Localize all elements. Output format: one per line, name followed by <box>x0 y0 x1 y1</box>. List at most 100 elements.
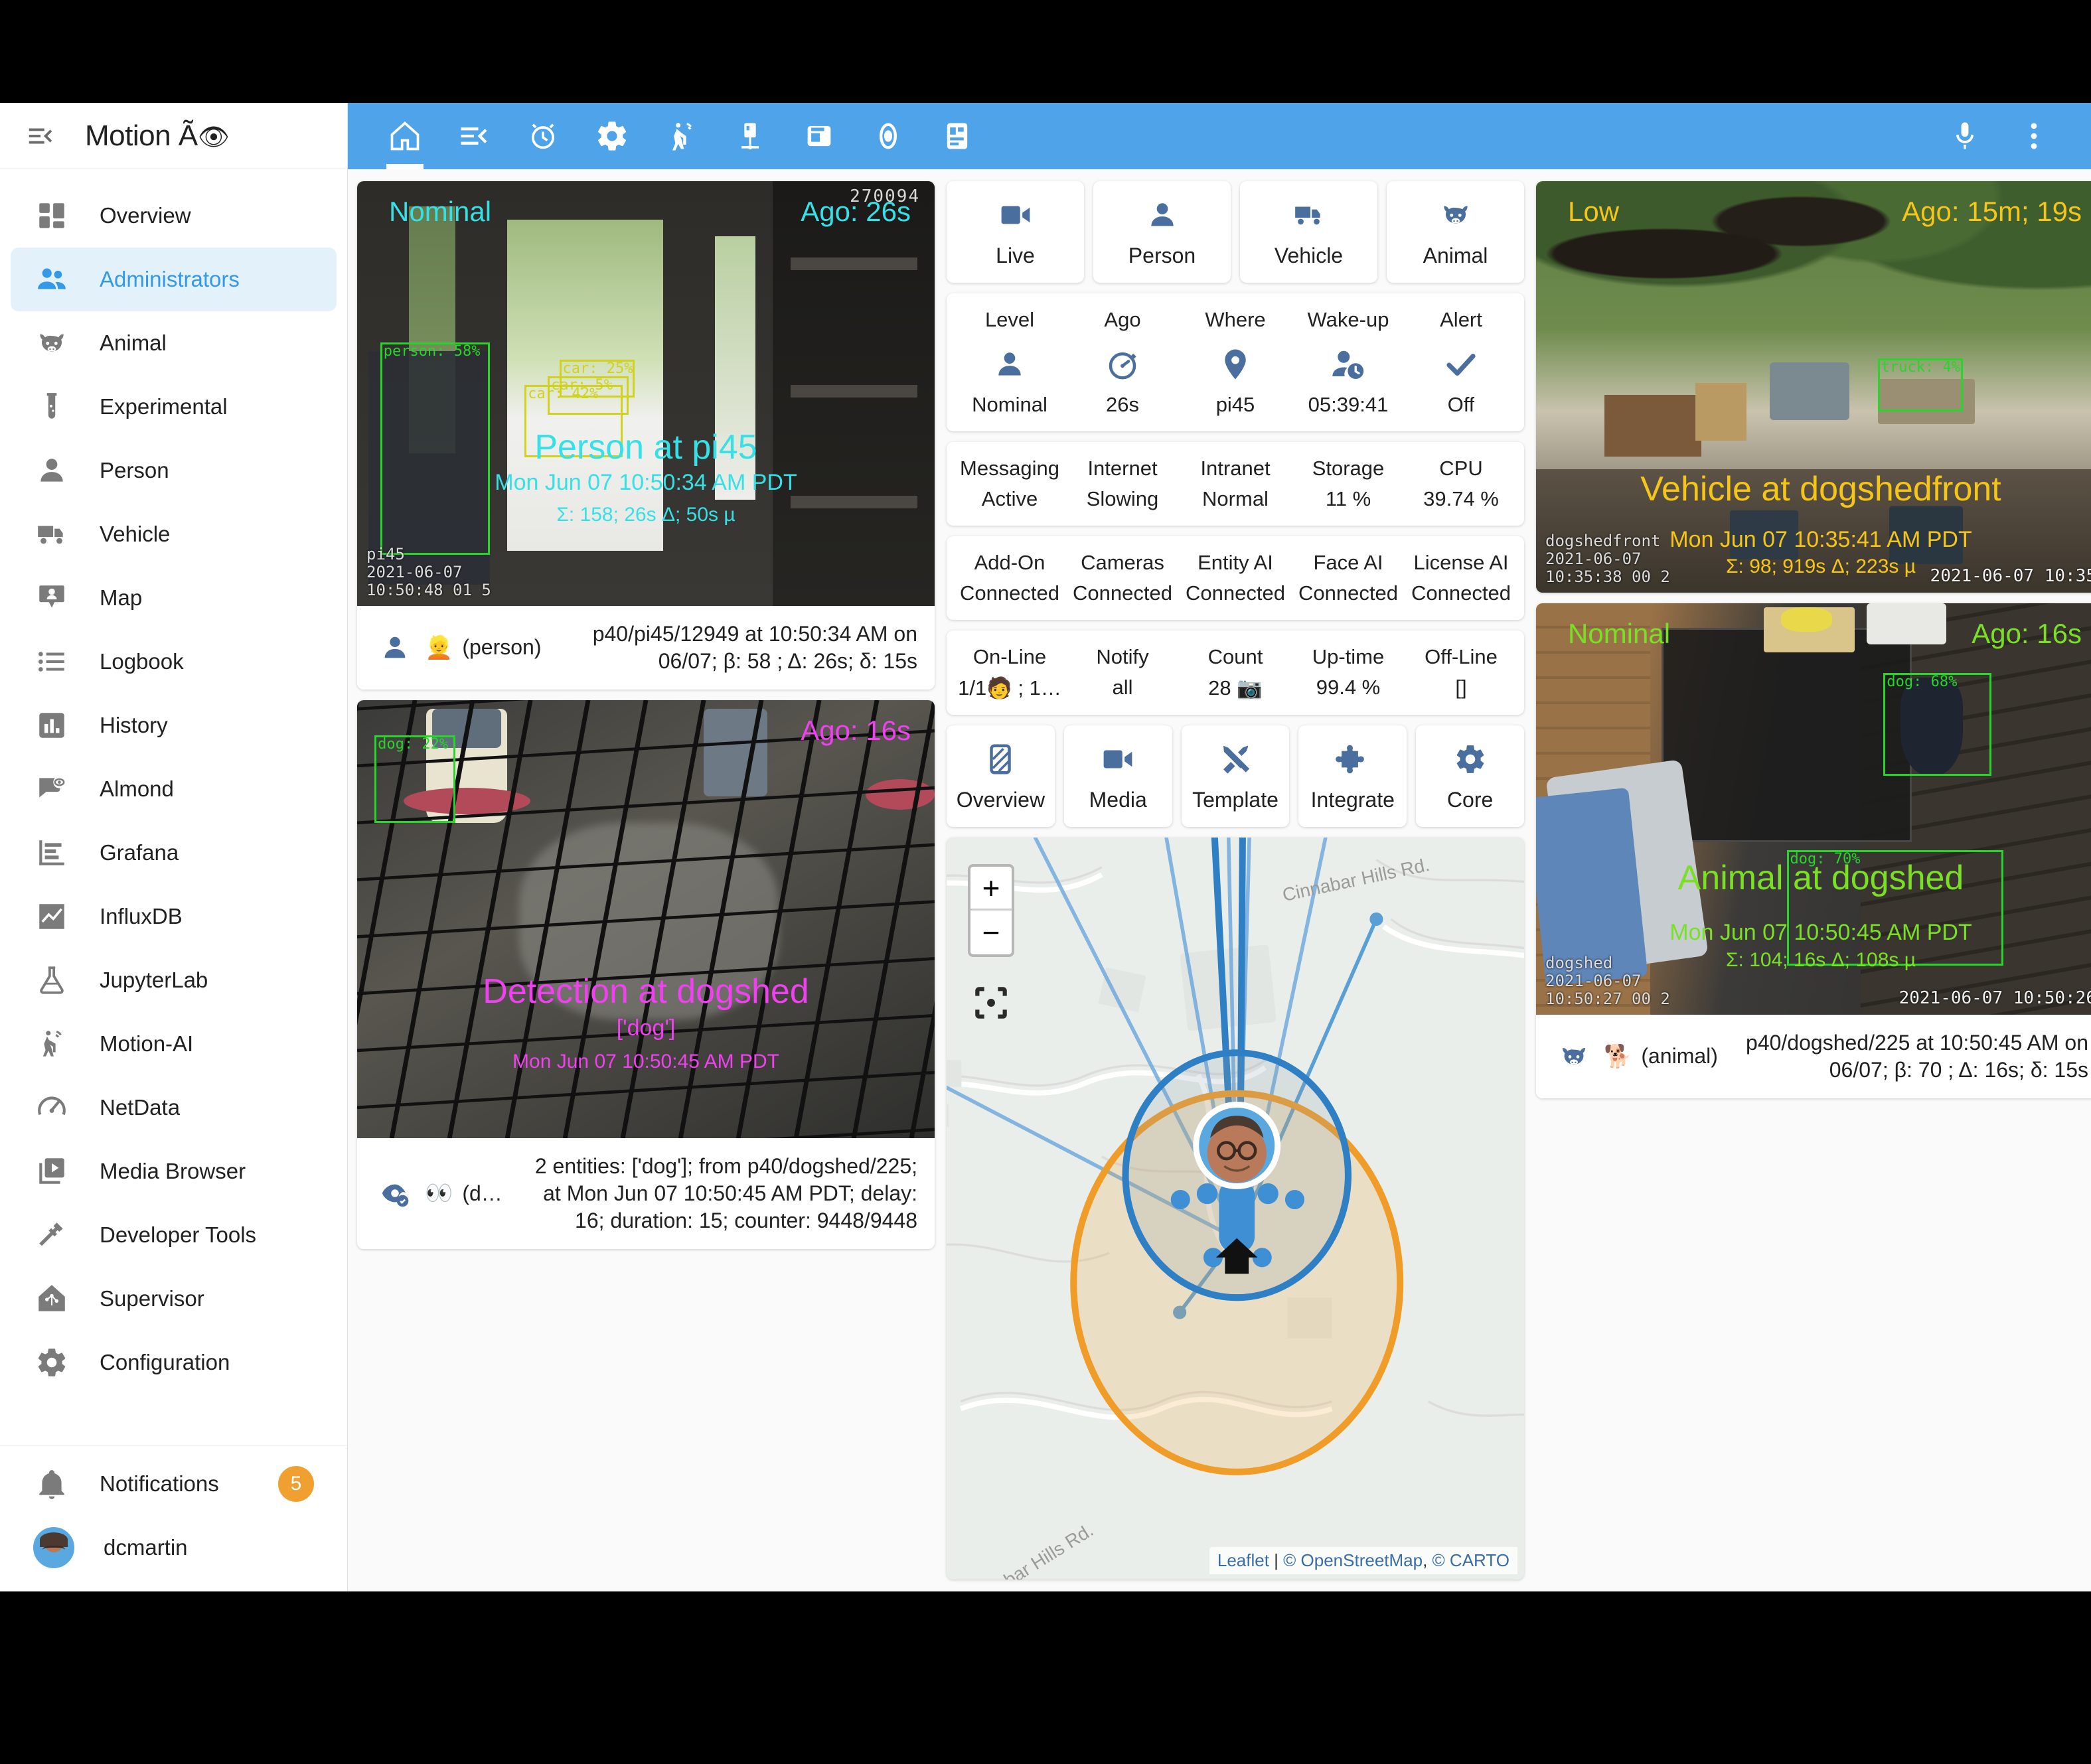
status-cell-wake-up[interactable]: 05:39:41 <box>1292 393 1405 417</box>
status-cell-messaging[interactable]: MessagingActive <box>953 457 1066 511</box>
leaflet-link[interactable]: Leaflet <box>1217 1550 1269 1570</box>
tab-alarm[interactable] <box>508 103 578 169</box>
status-cell-storage[interactable]: Storage11 % <box>1292 457 1405 511</box>
status-cell-wake-up[interactable] <box>1292 345 1405 384</box>
status-cell-off-line[interactable]: Off-Line[] <box>1405 645 1517 700</box>
tab-settings[interactable] <box>578 103 647 169</box>
map-panel[interactable]: Cinnabar Hills Rd. Cinnabar Hills Rd. + … <box>947 838 1524 1580</box>
nav-tile-overview[interactable]: Overview <box>947 725 1055 827</box>
dots-vertical-icon[interactable] <box>1999 103 2068 169</box>
sidebar-item-logbook[interactable]: Logbook <box>11 630 337 694</box>
sidebar-item-jupyterlab[interactable]: JupyterLab <box>11 948 337 1012</box>
camera-card-pi45[interactable]: person: 58%car: 25%car: 5%car: 42%270094… <box>357 181 935 690</box>
status-cell-alert[interactable]: Off <box>1405 393 1517 417</box>
camera-view-dogshedfront[interactable]: truck: 4%LowAgo: 15m; 19sVehicle at dogs… <box>1536 181 2091 593</box>
camera-view-pi45[interactable]: person: 58%car: 25%car: 5%car: 42%270094… <box>357 181 935 606</box>
sidebar-item-almond[interactable]: Almond <box>11 757 337 821</box>
quick-tile-animal[interactable]: Animal <box>1387 181 1524 283</box>
status-cell-up-time[interactable]: Up-time99.4 % <box>1292 645 1405 700</box>
status-cell-level[interactable] <box>953 345 1066 384</box>
status-key: CPU <box>1439 457 1482 480</box>
nav-tile-label: Integrate <box>1311 788 1395 812</box>
status-cell-add-on[interactable]: Add-OnConnected <box>953 551 1066 605</box>
tab-list[interactable] <box>439 103 508 169</box>
status-cell-cpu[interactable]: CPU39.74 % <box>1405 457 1517 511</box>
camera-view-dogshed-animal[interactable]: dog: 68%dog: 70%NominalAgo: 16sAnimal at… <box>1536 603 2091 1015</box>
status-cell-ago[interactable] <box>1066 345 1179 384</box>
sidebar-item-experimental[interactable]: Experimental <box>11 375 337 439</box>
osm-link[interactable]: © OpenStreetMap <box>1283 1550 1423 1570</box>
status-cell-cameras[interactable]: CamerasConnected <box>1066 551 1179 605</box>
quick-tile-live[interactable]: Live <box>947 181 1084 283</box>
sidebar-item-label: Animal <box>100 331 167 356</box>
app-title: Motion Ã👁 <box>85 119 229 153</box>
tab-home[interactable] <box>370 103 439 169</box>
camera-card-dogshedfront[interactable]: truck: 4%LowAgo: 15m; 19sVehicle at dogs… <box>1536 181 2091 593</box>
sidebar-item-user[interactable]: dcmartin <box>11 1516 337 1580</box>
tab-eye[interactable] <box>854 103 923 169</box>
sidebar-item-netdata[interactable]: NetData <box>11 1076 337 1139</box>
nav-tile-core[interactable]: Core <box>1416 725 1524 827</box>
quick-tile-label: Animal <box>1423 244 1488 268</box>
status-cell-license-ai[interactable]: License AIConnected <box>1405 551 1517 605</box>
sidebar-collapse-icon[interactable] <box>24 119 57 153</box>
status-cell-alert[interactable]: Alert <box>1405 308 1517 332</box>
status-value: [] <box>1455 676 1466 699</box>
map-zoom-control[interactable]: + − <box>968 864 1014 957</box>
status-cell-where[interactable]: Where <box>1179 308 1292 332</box>
status-value: pi45 <box>1216 393 1255 417</box>
status-cell-ago[interactable]: 26s <box>1066 393 1179 417</box>
nav-tile-label: Overview <box>957 788 1045 812</box>
quick-tile-vehicle[interactable]: Vehicle <box>1240 181 1377 283</box>
microphone-icon[interactable] <box>1930 103 1999 169</box>
status-cell-where[interactable] <box>1179 345 1292 384</box>
status-cell-wake-up[interactable]: Wake-up <box>1292 308 1405 332</box>
status-cell-intranet[interactable]: IntranetNormal <box>1179 457 1292 511</box>
sidebar-item-media-browser[interactable]: Media Browser <box>11 1139 337 1203</box>
map-locate-button[interactable] <box>970 982 1012 1023</box>
status-cell-ago[interactable]: Ago <box>1066 308 1179 332</box>
nav-tile-template[interactable]: Template <box>1182 725 1290 827</box>
status-cell-alert[interactable] <box>1405 345 1517 384</box>
sidebar-item-grafana[interactable]: Grafana <box>11 821 337 885</box>
map-zoom-in-button[interactable]: + <box>970 867 1012 911</box>
sidebar-item-administrators[interactable]: Administrators <box>11 248 337 311</box>
status-cell-on-line[interactable]: On-Line1/1🧑 ; 1… <box>953 645 1066 700</box>
tab-chip[interactable] <box>785 103 854 169</box>
sidebar-item-notifications[interactable]: Notifications 5 <box>11 1452 337 1516</box>
status-cell-face-ai[interactable]: Face AIConnected <box>1292 551 1405 605</box>
status-cell-internet[interactable]: InternetSlowing <box>1066 457 1179 511</box>
map-zoom-out-button[interactable]: − <box>970 911 1012 954</box>
tab-dashboard[interactable] <box>923 103 992 169</box>
quick-tile-person[interactable]: Person <box>1093 181 1231 283</box>
carto-link[interactable]: © CARTO <box>1433 1550 1510 1570</box>
sidebar-item-person[interactable]: Person <box>11 439 337 502</box>
sidebar-item-overview[interactable]: Overview <box>11 184 337 248</box>
status-cell-entity-ai[interactable]: Entity AIConnected <box>1179 551 1292 605</box>
status-cell-level[interactable]: Level <box>953 308 1066 332</box>
status-cell-level[interactable]: Nominal <box>953 393 1066 417</box>
status-value: 11 % <box>1326 487 1371 511</box>
sidebar-item-label: History <box>100 713 168 738</box>
sidebar-item-configuration[interactable]: Configuration <box>11 1331 337 1394</box>
app-title-text: Motion Ã <box>85 119 198 152</box>
sidebar-item-supervisor[interactable]: Supervisor <box>11 1267 337 1331</box>
camera-card-dogshed-detection[interactable]: dog: 22%Ago: 16sDetection at dogshed['do… <box>357 700 935 1249</box>
status-cell-notify[interactable]: Notifyall <box>1066 645 1179 700</box>
sidebar-item-map[interactable]: Map <box>11 566 337 630</box>
tab-motion[interactable] <box>647 103 716 169</box>
tab-camera-stand[interactable] <box>716 103 785 169</box>
status-cell-count[interactable]: Count28 📷 <box>1179 645 1292 700</box>
status-card-services: Add-OnConnectedCamerasConnectedEntity AI… <box>947 536 1524 620</box>
sidebar-item-vehicle[interactable]: Vehicle <box>11 502 337 566</box>
status-cell-where[interactable]: pi45 <box>1179 393 1292 417</box>
sidebar-item-animal[interactable]: Animal <box>11 311 337 375</box>
sidebar-item-developer-tools[interactable]: Developer Tools <box>11 1203 337 1267</box>
nav-tile-integrate[interactable]: Integrate <box>1298 725 1407 827</box>
camera-view-dogshed-detection[interactable]: dog: 22%Ago: 16sDetection at dogshed['do… <box>357 700 935 1138</box>
nav-tile-media[interactable]: Media <box>1064 725 1172 827</box>
sidebar-item-motion-ai[interactable]: Motion-AI <box>11 1012 337 1076</box>
camera-card-dogshed-animal[interactable]: dog: 68%dog: 70%NominalAgo: 16sAnimal at… <box>1536 603 2091 1098</box>
sidebar-item-influxdb[interactable]: InfluxDB <box>11 885 337 948</box>
sidebar-item-history[interactable]: History <box>11 694 337 757</box>
